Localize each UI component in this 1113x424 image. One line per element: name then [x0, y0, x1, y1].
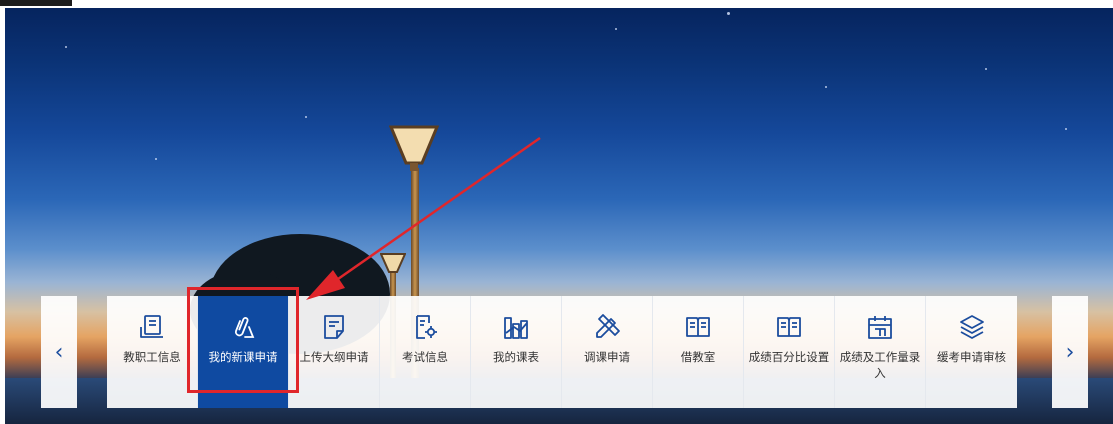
tile-label: 考试信息	[402, 350, 448, 364]
tile-label: 成绩及工作量录入	[839, 350, 921, 380]
tile-upload-syllabus-application[interactable]: 上传大纲申请	[289, 296, 380, 408]
tile-deferred-exam-review[interactable]: 缓考申请审核	[926, 296, 1017, 408]
pencil-ruler-icon	[596, 314, 620, 338]
bar-chart-icon	[504, 317, 528, 339]
tile-reschedule-application[interactable]: 调课申请	[562, 296, 653, 408]
tile-label: 我的新课申请	[208, 350, 278, 364]
prev-arrow-button[interactable]: ‹	[41, 296, 77, 408]
layers-icon	[959, 315, 984, 339]
tile-exam-info[interactable]: 考试信息	[380, 296, 471, 408]
tile-grade-percentage-settings[interactable]: 成绩百分比设置	[744, 296, 835, 408]
tile-grades-workload-entry[interactable]: 成绩及工作量录入	[835, 296, 926, 408]
chevron-right-icon: ›	[1065, 339, 1075, 365]
tile-label: 借教室	[680, 350, 716, 364]
tile-label: 上传大纲申请	[299, 350, 369, 364]
tile-label: 调课申请	[584, 350, 630, 364]
profile-list-icon	[140, 315, 163, 338]
next-arrow-button[interactable]: ›	[1052, 296, 1088, 408]
tile-my-timetable[interactable]: 我的课表	[471, 296, 562, 408]
open-book-icon	[777, 317, 801, 337]
open-book-icon	[686, 317, 710, 337]
tile-label: 教职工信息	[123, 350, 181, 364]
document-settings-icon	[416, 315, 437, 339]
tile-staff-info[interactable]: 教职工信息	[107, 296, 198, 408]
document-edit-icon	[324, 315, 344, 339]
tile-label: 我的课表	[493, 350, 539, 364]
paperclip-icon	[235, 317, 255, 338]
tile-borrow-classroom[interactable]: 借教室	[653, 296, 744, 408]
shortcut-strip: 教职工信息 我的新课申请 上传大纲申请 考试信息 我的课表 调课申请 借教室 成…	[107, 296, 1017, 408]
top-bar-dark-segment	[0, 0, 72, 6]
tile-label: 缓考申请审核	[937, 350, 1006, 364]
tile-label: 成绩百分比设置	[748, 350, 830, 364]
lamp-head	[388, 123, 440, 171]
calendar-icon	[868, 316, 892, 339]
tile-my-new-course-application[interactable]: 我的新课申请	[198, 296, 289, 408]
chevron-left-icon: ‹	[54, 339, 64, 365]
top-bar	[0, 0, 1113, 8]
shortcut-carousel: ‹ 教职工信息 我的新课申请 上传大纲申请 考试信息 我的课表 调课申请 借教室…	[41, 287, 1088, 408]
